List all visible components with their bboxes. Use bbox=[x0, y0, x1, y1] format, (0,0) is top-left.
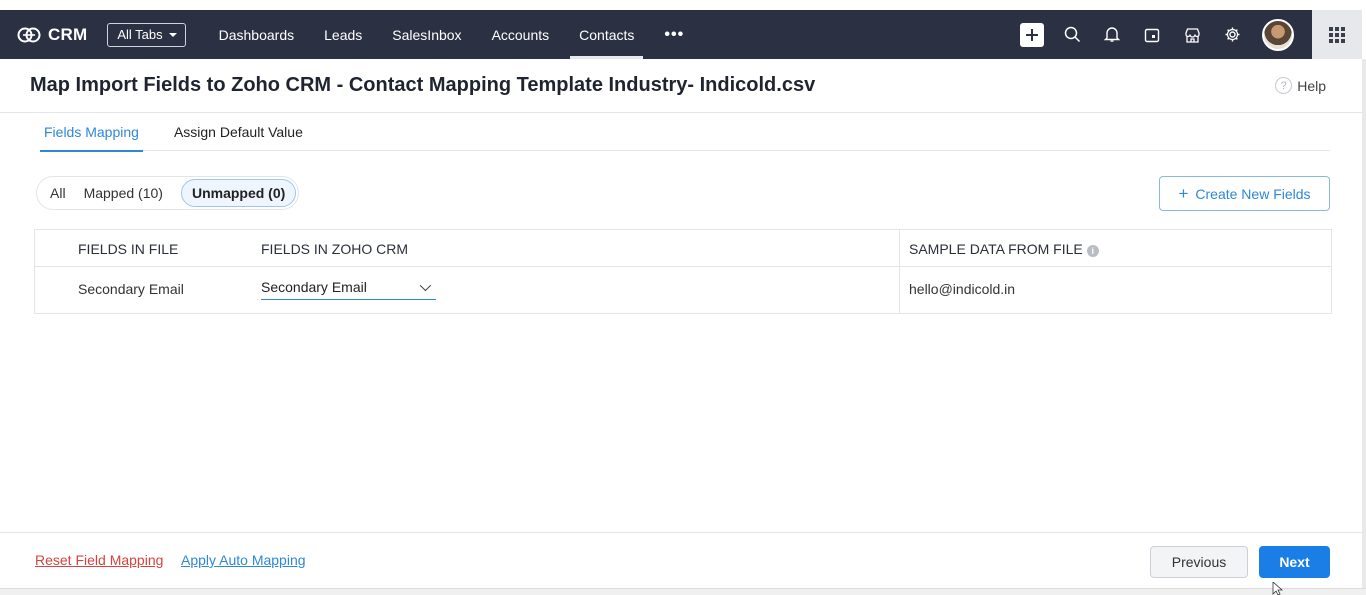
nav-tab-dashboards[interactable]: Dashboards bbox=[204, 10, 310, 59]
header-sample-data: SAMPLE DATA FROM FILE i bbox=[909, 241, 1099, 257]
bottom-strip bbox=[0, 588, 1366, 595]
filter-all[interactable]: All bbox=[50, 185, 66, 201]
file-field-cell: Secondary Email bbox=[78, 281, 184, 297]
top-navbar: CRM All Tabs Dashboards Leads SalesInbox… bbox=[0, 10, 1312, 59]
table-header: FIELDS IN FILE FIELDS IN ZOHO CRM SAMPLE… bbox=[35, 230, 1331, 267]
store-icon bbox=[1184, 27, 1200, 43]
header-sample-data-label: SAMPLE DATA FROM FILE bbox=[909, 241, 1083, 257]
nav-tab-contacts[interactable]: Contacts bbox=[564, 10, 649, 59]
caret-down-icon bbox=[168, 32, 177, 37]
nav-tab-accounts[interactable]: Accounts bbox=[477, 10, 565, 59]
more-tabs-button[interactable]: ••• bbox=[649, 10, 699, 59]
nav-tab-leads[interactable]: Leads bbox=[309, 10, 377, 59]
create-new-fields-label: Create New Fields bbox=[1195, 185, 1311, 202]
settings-button[interactable] bbox=[1212, 10, 1252, 59]
filter-unmapped[interactable]: Unmapped (0) bbox=[180, 179, 297, 207]
module-tabs: Dashboards Leads SalesInbox Accounts Con… bbox=[204, 10, 700, 59]
calendar-icon bbox=[1144, 28, 1160, 42]
brand-name: CRM bbox=[48, 24, 88, 44]
search-button[interactable] bbox=[1052, 10, 1092, 59]
header-fields-in-crm: FIELDS IN ZOHO CRM bbox=[261, 241, 409, 257]
crm-logo-icon bbox=[17, 27, 41, 42]
app-launcher-button[interactable] bbox=[1312, 10, 1362, 59]
plus-icon bbox=[1020, 22, 1044, 47]
crm-field-select[interactable]: Secondary Email bbox=[261, 275, 436, 300]
info-icon[interactable]: i bbox=[1086, 245, 1099, 257]
tab-fields-mapping[interactable]: Fields Mapping bbox=[40, 113, 143, 152]
mapping-filter: All Mapped (10) Unmapped (0) bbox=[36, 176, 300, 210]
previous-button[interactable]: Previous bbox=[1150, 546, 1248, 578]
top-strip bbox=[0, 0, 1366, 10]
field-mapping-table: FIELDS IN FILE FIELDS IN ZOHO CRM SAMPLE… bbox=[34, 229, 1332, 314]
apply-auto-mapping-link[interactable]: Apply Auto Mapping bbox=[181, 552, 306, 568]
brand[interactable]: CRM bbox=[16, 25, 87, 45]
filter-mapped[interactable]: Mapped (10) bbox=[84, 185, 163, 201]
column-divider bbox=[899, 230, 900, 266]
sample-data-cell: hello@indicold.in bbox=[909, 281, 1016, 297]
header-fields-in-file: FIELDS IN FILE bbox=[78, 241, 179, 257]
mapping-subtabs: Fields Mapping Assign Default Value bbox=[40, 113, 1330, 152]
all-tabs-dropdown[interactable]: All Tabs bbox=[107, 22, 186, 47]
footer-bar: Reset Field Mapping Apply Auto Mapping P… bbox=[0, 532, 1362, 588]
reset-field-mapping-link[interactable]: Reset Field Mapping bbox=[35, 552, 163, 568]
help-icon: ? bbox=[1275, 77, 1293, 94]
all-tabs-label: All Tabs bbox=[117, 27, 163, 42]
plus-icon: + bbox=[1178, 184, 1189, 203]
mouse-cursor-icon bbox=[1272, 582, 1284, 595]
tab-assign-default-value[interactable]: Assign Default Value bbox=[170, 113, 307, 151]
column-divider bbox=[899, 267, 900, 313]
help-link[interactable]: ? Help bbox=[1275, 77, 1326, 94]
notifications-button[interactable] bbox=[1092, 10, 1132, 59]
avatar[interactable] bbox=[1262, 18, 1294, 51]
create-new-fields-button[interactable]: + Create New Fields bbox=[1159, 176, 1330, 211]
nav-actions bbox=[1012, 10, 1312, 59]
nav-tab-salesinbox[interactable]: SalesInbox bbox=[377, 10, 476, 59]
calendar-button[interactable] bbox=[1132, 10, 1172, 59]
page-title: Map Import Fields to Zoho CRM - Contact … bbox=[30, 74, 816, 96]
help-label: Help bbox=[1297, 77, 1326, 94]
gear-icon bbox=[1225, 27, 1239, 42]
table-row: Secondary Email Secondary Email hello@in… bbox=[35, 267, 1331, 313]
search-icon bbox=[1064, 26, 1080, 43]
marketplace-button[interactable] bbox=[1172, 10, 1212, 59]
page-header: Map Import Fields to Zoho CRM - Contact … bbox=[0, 59, 1362, 113]
bell-icon bbox=[1104, 27, 1120, 42]
page-scrollbar[interactable] bbox=[1362, 59, 1366, 595]
create-button[interactable] bbox=[1012, 10, 1052, 59]
crm-field-value: Secondary Email bbox=[261, 279, 367, 295]
chevron-down-icon bbox=[419, 279, 432, 292]
next-button[interactable]: Next bbox=[1259, 546, 1330, 578]
app-grid-icon bbox=[1329, 26, 1345, 43]
